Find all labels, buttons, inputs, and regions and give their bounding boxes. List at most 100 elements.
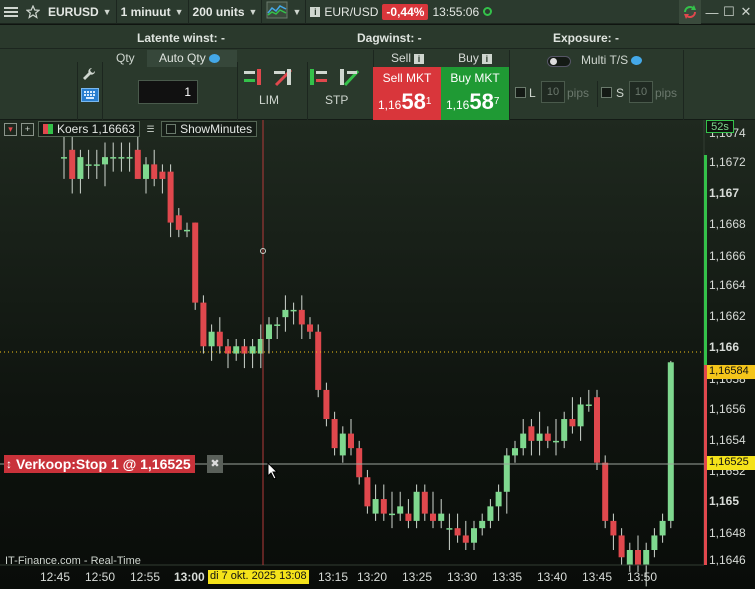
keyboard-icon[interactable] bbox=[81, 88, 99, 105]
koers-label: Koers 1,16663 bbox=[57, 122, 136, 136]
sell-price-big: 58 bbox=[401, 89, 426, 114]
time-tick-label: 13:40 bbox=[537, 570, 568, 584]
symbol-label: EURUSD bbox=[48, 4, 99, 19]
list-icon[interactable]: ☰ bbox=[144, 123, 157, 136]
s-checkbox[interactable] bbox=[601, 87, 612, 98]
lim-buy-icon[interactable] bbox=[243, 67, 263, 90]
price-tick-label: 1,1664 bbox=[709, 278, 746, 292]
show-minutes-toggle[interactable]: ShowMinutes bbox=[161, 121, 258, 137]
candle-body bbox=[266, 324, 272, 339]
star-icon[interactable] bbox=[22, 0, 44, 24]
l-checkbox[interactable] bbox=[515, 87, 526, 98]
chart-canvas[interactable] bbox=[0, 120, 755, 589]
buy-price: 1,16587 bbox=[446, 89, 499, 115]
collapse-icon[interactable]: ▾ bbox=[4, 122, 17, 136]
auto-qty-button[interactable]: Auto Qty bbox=[147, 50, 237, 67]
maximize-icon[interactable]: ☐ bbox=[720, 0, 738, 24]
s-pips-input[interactable]: 10 bbox=[629, 81, 653, 103]
candle-body bbox=[274, 324, 281, 326]
candle-body bbox=[356, 448, 363, 478]
buy-header: Buy i bbox=[441, 50, 509, 67]
price-chart[interactable]: ▾ + Koers 1,16663 ☰ ShowMinutes ↕ Verkoo… bbox=[0, 120, 755, 589]
chat-bubble-icon bbox=[208, 54, 220, 64]
exposure: Exposure: - bbox=[553, 31, 620, 45]
interval-selector[interactable]: 1 minuut ▼ bbox=[117, 0, 189, 24]
time-tick-label: 12:50 bbox=[85, 570, 116, 584]
sell-price-sup: 1 bbox=[425, 96, 432, 107]
wrench-icon[interactable] bbox=[81, 66, 97, 85]
show-minutes-checkbox[interactable] bbox=[166, 124, 177, 134]
info-icon[interactable]: i bbox=[310, 6, 321, 17]
refresh-icon[interactable] bbox=[679, 0, 701, 24]
legend-swatch-icon bbox=[43, 124, 53, 134]
units-selector[interactable]: 200 units ▼ bbox=[189, 0, 263, 24]
price-tick-label: 1,1648 bbox=[709, 526, 746, 540]
candle-body bbox=[348, 433, 354, 449]
candle-body bbox=[93, 164, 100, 166]
minimize-icon[interactable]: — bbox=[703, 0, 721, 24]
stop-order-tag[interactable]: ↕ Verkoop:Stop 1 @ 1,16525 bbox=[4, 455, 195, 473]
price-bar-up bbox=[704, 155, 707, 365]
dagwinst: Dagwinst: - bbox=[357, 31, 422, 45]
expand-icon[interactable]: + bbox=[21, 122, 34, 136]
buy-price-big: 58 bbox=[469, 89, 494, 114]
lim-sell-icon[interactable] bbox=[273, 67, 293, 90]
candle-body bbox=[569, 419, 576, 427]
stp-buy-icon[interactable] bbox=[309, 67, 329, 90]
current-price-label: 1,16584 bbox=[707, 365, 755, 379]
menu-icon[interactable] bbox=[0, 0, 22, 24]
candle-body bbox=[69, 149, 76, 179]
multi-ts-label: Multi T/S bbox=[581, 53, 643, 67]
stp-sell-icon[interactable] bbox=[339, 67, 360, 90]
buy-mkt-button[interactable]: Buy MKT 1,16587 bbox=[441, 67, 509, 120]
koers-legend[interactable]: Koers 1,16663 bbox=[38, 121, 141, 137]
show-minutes-label: ShowMinutes bbox=[180, 122, 253, 136]
candle-body bbox=[421, 491, 428, 514]
candle-body bbox=[61, 157, 67, 159]
lim-label: LIM bbox=[259, 93, 280, 107]
candle-body bbox=[667, 362, 674, 521]
symbol-selector[interactable]: EURUSD ▼ bbox=[44, 0, 117, 24]
candle-body bbox=[290, 309, 297, 312]
candle-body bbox=[102, 157, 108, 165]
sell-price: 1,16581 bbox=[378, 89, 431, 115]
candle-body bbox=[635, 550, 641, 565]
auto-qty-label: Auto Qty bbox=[159, 51, 206, 65]
chevron-down-icon: ▼ bbox=[292, 6, 302, 17]
l-pips-input[interactable]: 10 bbox=[541, 81, 565, 103]
time-tick-label: 13:15 bbox=[318, 570, 349, 584]
candle-body bbox=[585, 404, 592, 406]
chart-style-selector[interactable]: ▼ bbox=[262, 0, 307, 24]
multi-ts-toggle[interactable] bbox=[547, 56, 571, 67]
candle-body bbox=[282, 309, 289, 318]
candle-body bbox=[487, 506, 494, 521]
stop-order-label: Verkoop:Stop 1 @ 1,16525 bbox=[16, 456, 191, 472]
candle-body bbox=[438, 513, 445, 521]
drag-handle-icon[interactable]: ↕ bbox=[6, 457, 12, 471]
price-tick-label: 1,166 bbox=[709, 340, 740, 354]
mouse-cursor-icon bbox=[267, 461, 279, 483]
price-tick-label: 1,1662 bbox=[709, 309, 746, 323]
candle-body bbox=[364, 477, 371, 507]
sell-mkt-button[interactable]: Sell MKT 1,16581 bbox=[373, 67, 441, 120]
time-tick-label: 13:25 bbox=[402, 570, 433, 584]
qty-input[interactable]: 1 bbox=[138, 80, 198, 104]
candle-body bbox=[372, 499, 379, 514]
candle-body bbox=[200, 302, 207, 347]
info-icon[interactable]: i bbox=[481, 53, 492, 64]
candle-body bbox=[126, 157, 133, 159]
candle-body bbox=[610, 520, 617, 536]
close-icon[interactable]: ✕ bbox=[737, 0, 755, 24]
change-badge: -0,44% bbox=[382, 3, 429, 20]
price-tick-label: 1,1668 bbox=[709, 217, 746, 231]
data-source-label: IT-Finance.com - Real-Time bbox=[5, 555, 141, 567]
candle-body bbox=[471, 528, 477, 543]
connection-status-icon bbox=[483, 7, 493, 16]
cancel-order-icon[interactable]: ✖ bbox=[207, 455, 223, 473]
time-tick-label: 13:00 bbox=[174, 570, 205, 584]
latente-winst: Latente winst: - bbox=[137, 31, 226, 45]
time-tick-label: 13:50 bbox=[627, 570, 658, 584]
info-icon[interactable]: i bbox=[414, 53, 424, 64]
candle-body bbox=[446, 528, 453, 530]
units-label: 200 units bbox=[192, 4, 245, 19]
